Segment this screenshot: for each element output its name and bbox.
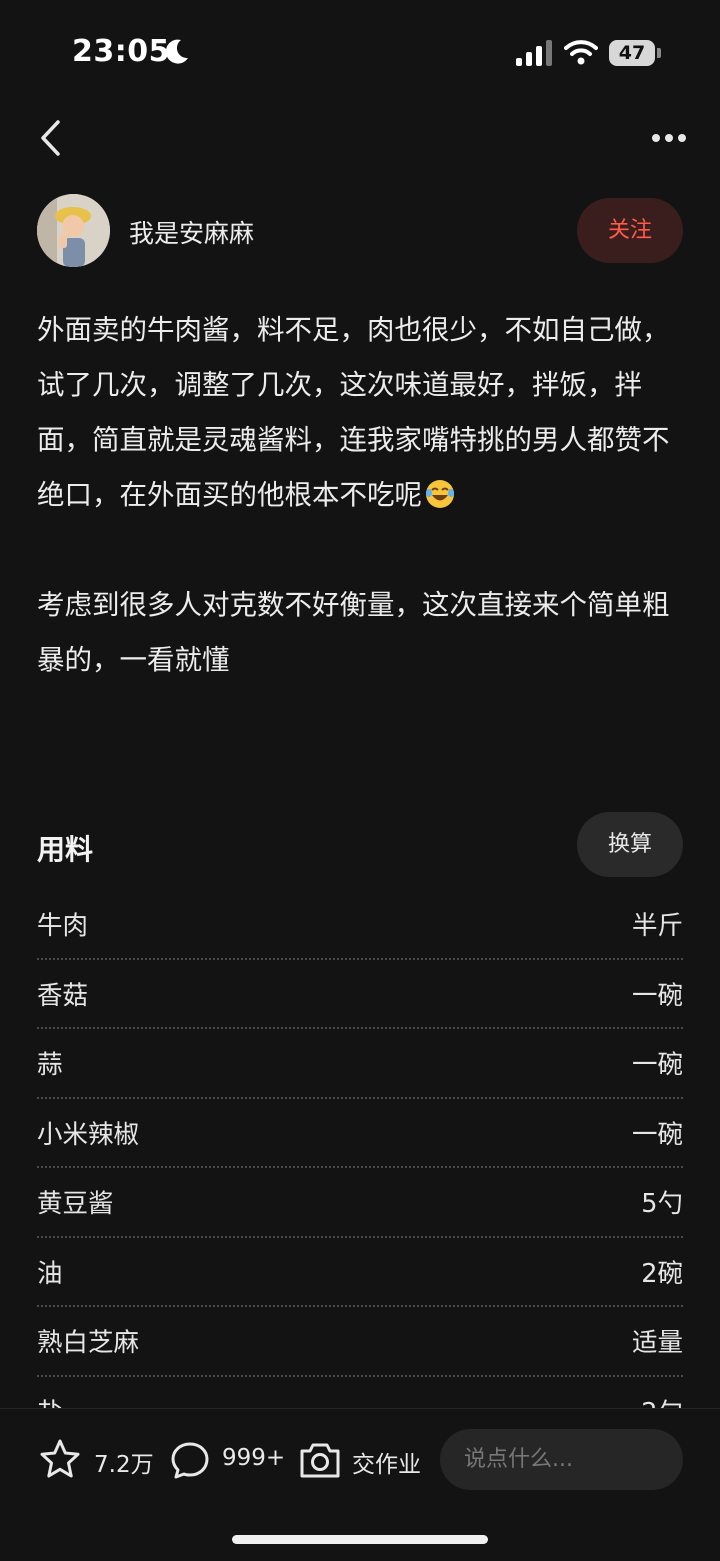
status-bar: 23:05 47 <box>0 0 720 105</box>
ingredient-row: 熟白芝麻 适量 <box>37 1307 683 1377</box>
ingredient-name: 牛肉 <box>37 911 89 942</box>
camera-icon[interactable] <box>298 1439 342 1481</box>
ingredient-row: 小米辣椒 一碗 <box>37 1099 683 1168</box>
ingredient-name: 盐 <box>37 1392 63 1408</box>
comment-icon[interactable] <box>170 1440 210 1480</box>
post-body: 外面卖的牛肉酱，料不足，肉也很少，不如自己做，试了几次，调整了几次，这次味道最好… <box>37 303 687 743</box>
ingredient-row: 盐 2勺 <box>37 1377 683 1408</box>
moon-icon <box>164 38 190 73</box>
comment-input[interactable] <box>440 1429 683 1490</box>
back-button[interactable] <box>30 116 74 160</box>
ingredient-amount: 一碗 <box>631 980 683 1011</box>
ingredient-row: 牛肉 半斤 <box>37 890 683 960</box>
ingredient-amount: 一碗 <box>631 1050 683 1081</box>
battery-indicator: 47 <box>609 40 655 66</box>
ingredient-row: 黄豆酱 5勺 <box>37 1168 683 1238</box>
ingredient-amount: 适量 <box>631 1328 683 1359</box>
post-paragraph: 考虑到很多人对克数不好衡量，这次直接来个简单粗暴的，一看就懂 <box>37 589 670 676</box>
ingredient-amount: 2勺 <box>641 1392 683 1408</box>
ingredient-name: 油 <box>37 1258 63 1289</box>
post-paragraph-text: 外面卖的牛肉酱，料不足，肉也很少，不如自己做，试了几次，调整了几次，这次味道最好… <box>37 314 670 511</box>
home-indicator[interactable] <box>232 1535 488 1544</box>
ingredient-name: 小米辣椒 <box>37 1119 140 1150</box>
ingredient-amount: 5勺 <box>641 1189 683 1220</box>
star-icon[interactable] <box>39 1438 81 1480</box>
ingredients-title: 用料 <box>37 833 94 866</box>
ingredient-row: 油 2碗 <box>37 1238 683 1307</box>
avatar[interactable] <box>37 194 110 267</box>
ingredient-name: 熟白芝麻 <box>37 1328 140 1359</box>
convert-button[interactable]: 换算 <box>577 812 683 877</box>
favorite-count[interactable]: 7.2万 <box>94 1445 154 1479</box>
comment-count[interactable]: 999+ <box>222 1445 285 1471</box>
ingredient-name: 香菇 <box>37 980 89 1011</box>
battery-tip <box>657 48 661 58</box>
ingredient-row: 蒜 一碗 <box>37 1029 683 1099</box>
author-name[interactable]: 我是安麻麻 <box>129 214 254 250</box>
ingredient-amount: 一碗 <box>631 1119 683 1150</box>
ingredient-amount: 半斤 <box>631 911 683 942</box>
ingredient-name: 蒜 <box>37 1050 63 1081</box>
status-time: 23:05 <box>72 34 170 69</box>
chevron-left-icon <box>41 120 60 156</box>
ingredient-name: 黄豆酱 <box>37 1189 114 1220</box>
wifi-icon <box>564 38 598 66</box>
follow-button[interactable]: 关注 <box>577 198 683 263</box>
laughing-tears-emoji-icon <box>424 474 456 508</box>
ingredient-amount: 2碗 <box>641 1258 683 1289</box>
more-options-button[interactable] <box>646 124 690 150</box>
ingredients-list: 牛肉半斤 香菇一碗 蒜一碗 小米辣椒一碗 黄豆酱5勺 油2碗 熟白芝麻适量 盐2… <box>37 890 683 1408</box>
cellular-signal-icon <box>516 40 552 66</box>
ingredient-row: 香菇 一碗 <box>37 960 683 1029</box>
post-paragraph: 外面卖的牛肉酱，料不足，肉也很少，不如自己做，试了几次，调整了几次，这次味道最好… <box>37 303 687 523</box>
submit-homework-button[interactable]: 交作业 <box>352 1445 421 1479</box>
